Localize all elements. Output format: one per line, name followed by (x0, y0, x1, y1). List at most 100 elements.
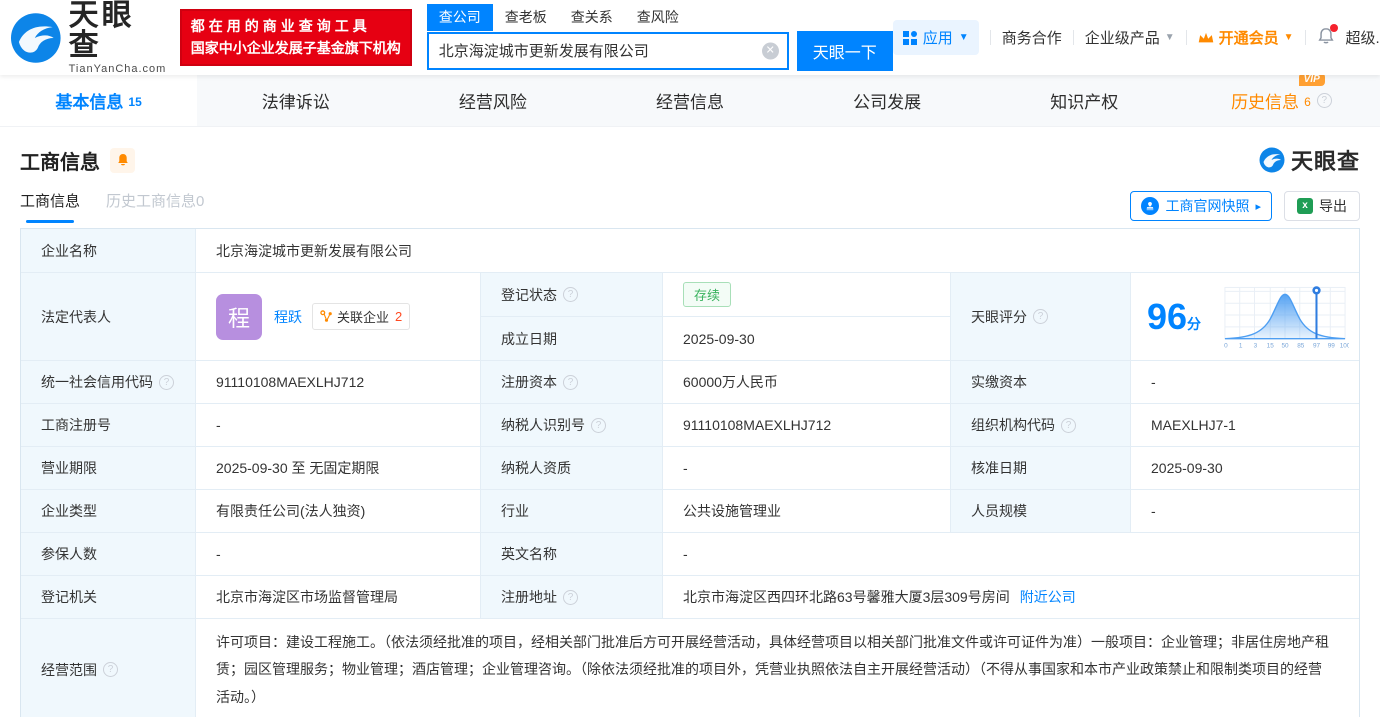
svg-text:99: 99 (1328, 342, 1336, 349)
business-term-value: 2025-09-30 至 无固定期限 (196, 447, 481, 489)
search-tab-relation[interactable]: 查关系 (559, 4, 625, 31)
help-icon[interactable]: ? (563, 374, 578, 390)
tab-intellectual-property[interactable]: 知识产权 (986, 75, 1183, 126)
search-tab-company[interactable]: 查公司 (426, 3, 493, 31)
help-icon[interactable]: ? (563, 287, 578, 302)
help-icon[interactable]: ? (1033, 309, 1048, 324)
tab-legal-litigation[interactable]: 法律诉讼 (197, 75, 394, 126)
field-label-wrap: 天眼评分 ? (951, 273, 1131, 360)
field-label: 注册地址 (501, 589, 557, 605)
field-label: 行业 (481, 490, 663, 532)
tianyancha-logo-icon (10, 12, 61, 63)
top-header: 天眼查 TianYanCha.com 都在用的商业查询工具 国家中小企业发展子基… (0, 0, 1380, 75)
search-input[interactable] (426, 31, 789, 70)
tianyancha-small-icon (1259, 147, 1285, 173)
field-label: 工商注册号 (21, 404, 196, 446)
subtab-business-info[interactable]: 工商信息 (20, 190, 80, 223)
divider (1072, 30, 1074, 45)
nav-enterprise[interactable]: 企业级产品 ▼ (1085, 27, 1175, 48)
tab-label: 基本信息 (55, 93, 124, 112)
top-nav: 应用 ▼ 商务合作 企业级产品 ▼ 开通会员 ▼ 超级... ▼ (892, 20, 1380, 55)
table-row: 营业期限 2025-09-30 至 无固定期限 纳税人资质 - 核准日期 202… (21, 446, 1359, 489)
apps-grid-icon (902, 30, 917, 45)
help-icon[interactable]: ? (1061, 417, 1076, 433)
tab-operation-risk[interactable]: 经营风险 (394, 75, 591, 126)
tab-label: 经营信息 (655, 93, 724, 112)
promo-line2: 国家中小企业发展子基金旗下机构 (190, 39, 401, 56)
tab-count: 15 (128, 94, 142, 109)
tab-label: 历史信息 (1231, 93, 1300, 112)
credit-code-value: 91110108MAEXLHJ712 (196, 361, 481, 403)
subtab-row: 工商信息 历史工商信息0 工商官网快照 ▸ x 导出 (0, 180, 1380, 226)
search-tabs: 查公司 查老板 查关系 查风险 (426, 3, 893, 31)
help-icon[interactable]: ? (591, 417, 606, 433)
field-label: 参保人数 (21, 533, 196, 575)
tab-count: 6 (1304, 94, 1311, 109)
svg-text:100: 100 (1340, 342, 1349, 349)
export-button[interactable]: x 导出 (1284, 191, 1360, 221)
reg-address-value: 北京市海淀区西四环北路63号馨雅大厦3层309号房间 (683, 589, 1010, 605)
tab-history-info[interactable]: 历史信息 6 VIP ? (1183, 73, 1380, 126)
watermark-text: 天眼查 (1290, 149, 1360, 174)
arrow-right-icon: ▸ (1255, 200, 1261, 213)
clear-search-icon[interactable]: ✕ (761, 42, 779, 59)
search-area: 查公司 查老板 查关系 查风险 ✕ 天眼一下 (426, 3, 893, 71)
approval-date-value: 2025-09-30 (1131, 447, 1359, 489)
tab-operation-info[interactable]: 经营信息 (591, 75, 788, 126)
official-snapshot-button[interactable]: 工商官网快照 ▸ (1130, 191, 1272, 221)
field-label-wrap: 登记状态 ? (481, 273, 663, 316)
field-label: 组织机构代码 (971, 417, 1055, 433)
reg-address-cell: 北京市海淀区西四环北路63号馨雅大厦3层309号房间 附近公司 (663, 576, 1359, 618)
notification-bell-icon[interactable] (1317, 23, 1338, 49)
divider (989, 30, 991, 45)
search-tab-risk[interactable]: 查风险 (625, 4, 691, 31)
field-label: 纳税人资质 (481, 447, 663, 489)
help-icon[interactable]: ? (563, 589, 578, 605)
field-label: 天眼评分 (971, 308, 1027, 325)
help-icon[interactable]: ? (159, 374, 174, 390)
monitor-bell-icon[interactable] (110, 147, 135, 173)
crown-icon (1198, 32, 1213, 42)
subtab-history-business-info[interactable]: 历史工商信息0 (106, 190, 204, 223)
insured-count-value: - (196, 533, 481, 575)
nav-cooperation[interactable]: 商务合作 (1002, 27, 1062, 48)
help-icon[interactable]: ? (1316, 93, 1332, 108)
nearby-companies-link[interactable]: 附近公司 (1020, 587, 1076, 607)
search-button[interactable]: 天眼一下 (796, 30, 893, 71)
est-date-value: 2025-09-30 (663, 317, 950, 360)
avatar[interactable]: 程 (216, 293, 262, 340)
help-icon[interactable]: ? (103, 662, 118, 678)
logo-brand-text: 天眼查 (68, 0, 135, 62)
english-name-value: - (663, 533, 1359, 575)
org-code-value: MAEXLHJ7-1 (1131, 404, 1359, 446)
search-tab-boss[interactable]: 查老板 (493, 4, 559, 31)
svg-text:50: 50 (1281, 342, 1289, 349)
divider (1185, 30, 1187, 45)
snapshot-label: 工商官网快照 (1165, 198, 1250, 214)
nav-user-account[interactable]: 超级... ▼ (1346, 27, 1380, 48)
nav-apps[interactable]: 应用 ▼ (892, 20, 979, 55)
nav-open-vip[interactable]: 开通会员 ▼ (1198, 27, 1294, 48)
tab-basic-info[interactable]: 基本信息 15 (0, 75, 198, 126)
stamp-icon (1141, 197, 1160, 215)
reg-authority-value: 北京市海淀区市场监督管理局 (196, 576, 481, 618)
excel-icon: x (1297, 198, 1313, 214)
tab-company-development[interactable]: 公司发展 (789, 75, 986, 126)
related-companies-badge[interactable]: 关联企业 2 (312, 303, 411, 330)
company-section-tabs: 基本信息 15 法律诉讼 经营风险 经营信息 公司发展 知识产权 历史信息 6 … (0, 73, 1380, 127)
field-label-wrap: 统一社会信用代码 ? (21, 361, 196, 403)
nav-enterprise-label: 企业级产品 (1084, 30, 1160, 47)
reg-number-value: - (196, 404, 481, 446)
chevron-down-icon: ▼ (1164, 32, 1175, 43)
chevron-down-icon: ▼ (1283, 32, 1294, 43)
export-label: 导出 (1319, 198, 1347, 214)
legal-rep-name-link[interactable]: 程跃 (274, 307, 302, 327)
svg-text:3: 3 (1254, 342, 1258, 349)
section-header: 工商信息 天眼查 (0, 127, 1380, 180)
table-row: 工商注册号 - 纳税人识别号 ? 91110108MAEXLHJ712 组织机构… (21, 403, 1359, 446)
nav-apps-label: 应用 (922, 30, 953, 47)
business-scope-value: 许可项目：建设工程施工。（依法须经批准的项目，经相关部门批准后方可开展经营活动，… (196, 619, 1359, 717)
tianyancha-logo[interactable]: 天眼查 TianYanCha.com (10, 0, 167, 75)
field-label-wrap: 经营范围 ? (21, 619, 196, 717)
field-label: 营业期限 (21, 447, 196, 489)
